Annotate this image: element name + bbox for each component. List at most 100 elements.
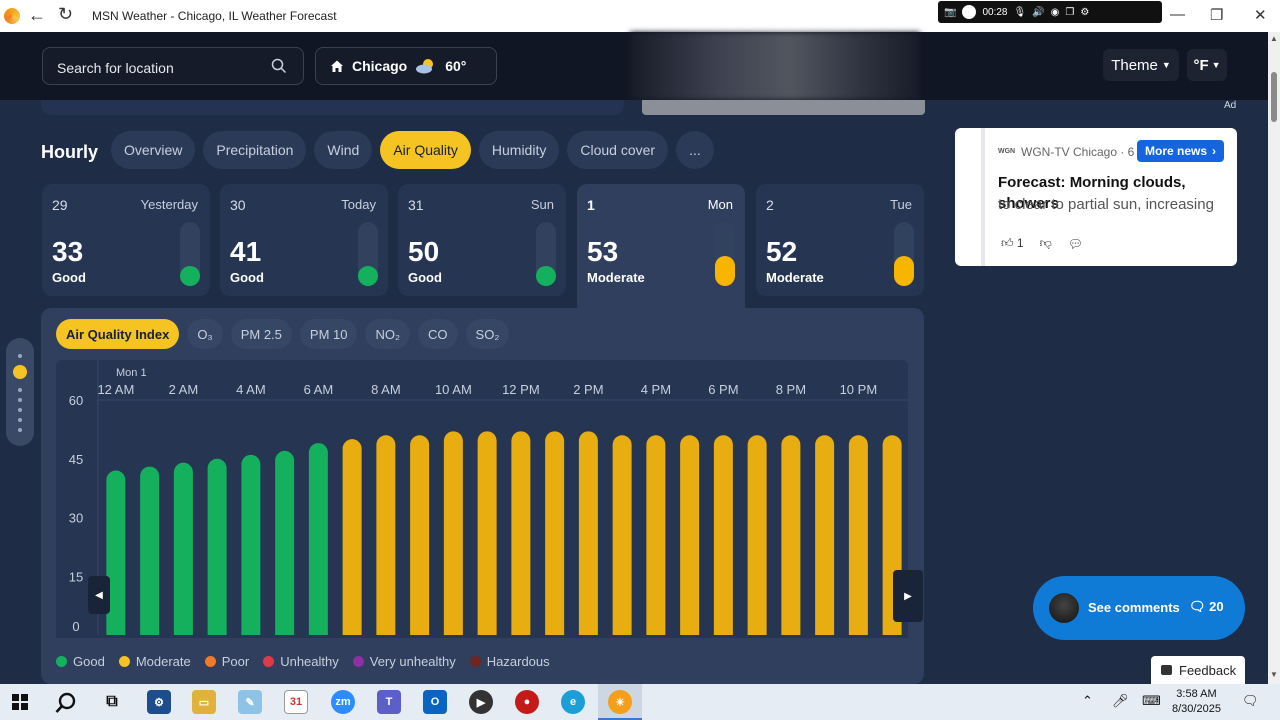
aqi-bar	[511, 431, 531, 638]
pill-pm10[interactable]: PM 10	[299, 319, 358, 349]
camera-icon[interactable]: 📷	[944, 7, 956, 18]
day-name: Tue	[890, 197, 912, 212]
day-number: 30	[230, 197, 246, 213]
day-card[interactable]: 31 Sun 50 Good	[398, 184, 566, 296]
day-name: Sun	[530, 197, 554, 212]
tab-more[interactable]: ...	[676, 131, 714, 169]
tab-air-quality[interactable]: Air Quality	[380, 131, 471, 169]
search-icon[interactable]	[55, 692, 77, 714]
keyboard-icon[interactable]: ⌨	[1142, 693, 1161, 709]
comment-icon[interactable]: 💬︎	[1068, 237, 1083, 251]
comment-icon: 🗨︎	[1189, 599, 1206, 614]
nav-dot[interactable]	[18, 428, 22, 432]
legend-dot	[263, 656, 275, 667]
previous-ad-edge	[642, 100, 925, 115]
legend-dot	[469, 656, 481, 667]
aqi-bar	[815, 435, 835, 638]
taskbar-clock[interactable]: 3:58 AM 8/30/2025	[1172, 687, 1221, 717]
day-card[interactable]: 29 Yesterday 33 Good	[42, 184, 210, 296]
file-explorer-icon[interactable]: ▭	[192, 690, 216, 714]
screen-recorder-toolbar[interactable]: 📷 00:28 🎙 🔊 ◉ ❐ ⚙	[938, 1, 1162, 23]
x-tick-label: 10 PM	[840, 382, 878, 397]
location-button[interactable]: Chicago 60°	[315, 47, 497, 85]
more-news-button[interactable]: More news ›	[1137, 140, 1225, 162]
tab-wind[interactable]: Wind	[314, 131, 373, 169]
pill-co[interactable]: CO	[418, 319, 458, 349]
pill-aqi[interactable]: Air Quality Index	[56, 319, 180, 349]
zoom-icon[interactable]: zm	[331, 690, 355, 714]
search-input[interactable]: Search for location	[42, 47, 304, 85]
recorder-app-icon[interactable]: ●	[515, 690, 539, 714]
reload-icon[interactable]: ↻	[58, 4, 73, 25]
scroll-up-icon[interactable]: ▲	[1270, 34, 1278, 43]
chevron-right-icon: ›	[1212, 144, 1217, 158]
day-card[interactable]: 30 Today 41 Good	[220, 184, 388, 296]
nav-dot[interactable]	[18, 408, 22, 412]
speaker-icon[interactable]: 🔊	[1032, 7, 1044, 18]
chart-next-button[interactable]: ▶	[893, 570, 923, 622]
restore-icon[interactable]: ❐	[1210, 6, 1223, 24]
aqi-bar	[342, 439, 362, 638]
chevron-down-icon: ▼	[1161, 60, 1171, 70]
close-icon[interactable]: ✕	[1254, 6, 1267, 24]
minimize-icon[interactable]: —	[1170, 6, 1185, 23]
thumbs-down-icon[interactable]: 👎︎	[1040, 236, 1052, 251]
notification-icon[interactable]: 🗨︎	[1242, 693, 1259, 709]
day-card[interactable]: 2 Tue 52 Moderate	[756, 184, 924, 296]
aqi-category: Moderate	[587, 270, 645, 285]
webcam-icon[interactable]: ◉	[1051, 7, 1060, 18]
calendar-icon[interactable]: 31	[284, 690, 308, 714]
settings-app-icon[interactable]: ⚙	[147, 690, 171, 714]
scroll-down-icon[interactable]: ▼	[1270, 670, 1278, 679]
outlook-icon[interactable]: O	[423, 690, 447, 714]
windows-taskbar: ⧉ ⚙ ▭ ✎ 31 zm T O ▶ ● e ☀ ⌃ 🎤︎ ⌨ 3:58 AM…	[0, 684, 1280, 720]
tab-precipitation[interactable]: Precipitation	[203, 131, 307, 169]
pill-no2[interactable]: NO₂	[365, 319, 411, 349]
x-tick-label: 10 AM	[435, 382, 472, 397]
tab-humidity[interactable]: Humidity	[478, 131, 560, 169]
theme-dropdown[interactable]: Theme ▼	[1103, 49, 1179, 81]
day-name: Today	[341, 197, 376, 212]
feedback-button[interactable]: Feedback	[1151, 656, 1245, 684]
media-player-icon[interactable]: ▶	[469, 690, 493, 714]
feedback-icon	[1161, 665, 1172, 675]
tab-cloud-cover[interactable]: Cloud cover	[567, 131, 669, 169]
chevron-up-icon[interactable]: ⌃	[1082, 693, 1093, 709]
windows-start-icon[interactable]	[12, 694, 28, 710]
nav-dot[interactable]	[18, 388, 22, 392]
news-actions: 👍︎ 1 👎︎ 💬︎	[1001, 236, 1083, 251]
section-nav-rail[interactable]	[6, 338, 34, 446]
pill-pm25[interactable]: PM 2.5	[230, 319, 292, 349]
day-card-selected[interactable]: 1 Mon 53 Moderate	[577, 184, 745, 308]
tab-overview[interactable]: Overview	[111, 131, 196, 169]
page-scrollbar[interactable]: ▲ ▼	[1268, 32, 1280, 684]
nav-dot[interactable]	[18, 398, 22, 402]
like-button[interactable]: 👍︎ 1	[1001, 236, 1024, 251]
task-view-icon[interactable]: ⧉	[100, 690, 124, 714]
search-icon[interactable]	[271, 58, 287, 74]
air-quality-icon[interactable]	[13, 365, 27, 379]
pill-so2[interactable]: SO₂	[465, 319, 510, 349]
microphone-icon[interactable]: 🎙	[1013, 7, 1026, 18]
teams-icon[interactable]: T	[377, 690, 401, 714]
chart-prev-button[interactable]: ◀	[88, 576, 110, 614]
news-subline[interactable]: to clear to partial sun, increasing	[998, 194, 1234, 215]
see-comments-button[interactable]: See comments 🗨︎ 20	[1033, 576, 1245, 640]
pill-o3[interactable]: O₃	[187, 319, 223, 349]
nav-dot[interactable]	[18, 418, 22, 422]
msn-weather-taskbar-icon[interactable]: ☀	[608, 690, 632, 714]
nav-dot[interactable]	[18, 354, 22, 358]
notes-app-icon[interactable]: ✎	[238, 690, 262, 714]
window-icon[interactable]: ❐	[1065, 7, 1074, 18]
unit-dropdown[interactable]: °F ▼	[1187, 49, 1227, 81]
aqi-bar	[781, 435, 801, 638]
y-tick-label: 0	[72, 619, 79, 634]
back-arrow-icon[interactable]: ←	[28, 5, 46, 26]
settings-gear-icon[interactable]: ⚙	[1080, 7, 1089, 18]
aqi-chart: 0 15 30 45 60 Mon 1 12 AM 2 AM 4 AM 6 AM 8 AM 10 AM…	[56, 360, 908, 638]
microphone-icon[interactable]: 🎤︎	[1112, 693, 1129, 709]
news-card[interactable]: WGN WGN-TV Chicago · 6 hours ago More ne…	[955, 128, 1237, 266]
record-icon[interactable]	[962, 5, 977, 19]
edge-browser-icon[interactable]: e	[561, 690, 585, 714]
scrollbar-thumb[interactable]	[1271, 72, 1277, 122]
